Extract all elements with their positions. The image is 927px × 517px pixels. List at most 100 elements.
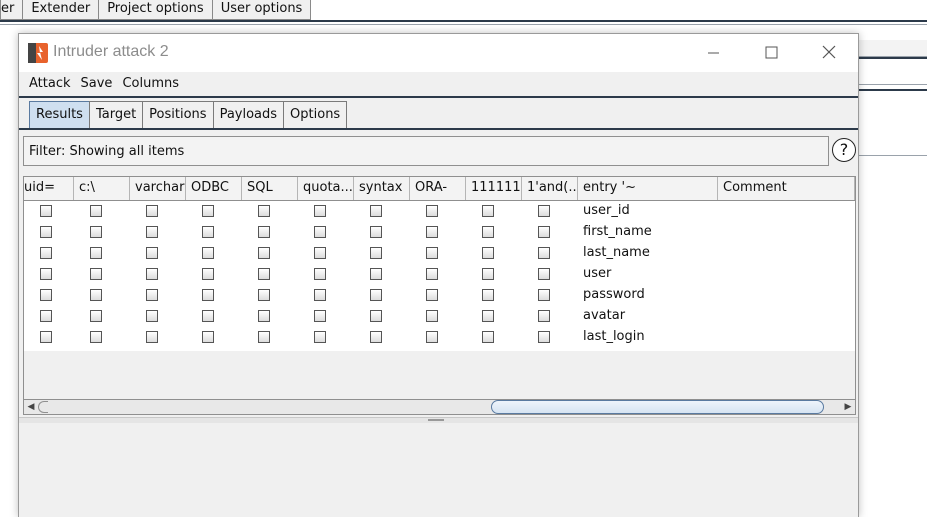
table-row[interactable]: last_name bbox=[24, 243, 855, 264]
result-checkbox[interactable] bbox=[314, 205, 326, 217]
result-checkbox[interactable] bbox=[370, 205, 382, 217]
column-header[interactable]: uid= bbox=[24, 177, 74, 200]
result-checkbox[interactable] bbox=[202, 289, 214, 301]
result-checkbox[interactable] bbox=[538, 310, 550, 322]
result-checkbox[interactable] bbox=[258, 289, 270, 301]
result-checkbox[interactable] bbox=[146, 226, 158, 238]
bg-tab-partial[interactable]: er bbox=[0, 0, 24, 20]
result-checkbox[interactable] bbox=[314, 268, 326, 280]
column-header[interactable]: ORA- bbox=[410, 177, 466, 200]
table-row[interactable]: user_id bbox=[24, 201, 855, 222]
result-checkbox[interactable] bbox=[202, 226, 214, 238]
table-row[interactable]: password bbox=[24, 285, 855, 306]
close-button[interactable] bbox=[815, 40, 843, 66]
result-checkbox[interactable] bbox=[146, 289, 158, 301]
result-checkbox[interactable] bbox=[90, 205, 102, 217]
result-checkbox[interactable] bbox=[538, 331, 550, 343]
result-checkbox[interactable] bbox=[202, 310, 214, 322]
result-checkbox[interactable] bbox=[482, 226, 494, 238]
result-checkbox[interactable] bbox=[146, 268, 158, 280]
scroll-thumb[interactable] bbox=[491, 400, 824, 414]
result-checkbox[interactable] bbox=[314, 310, 326, 322]
result-checkbox[interactable] bbox=[90, 247, 102, 259]
column-header[interactable]: varchar bbox=[130, 177, 186, 200]
result-checkbox[interactable] bbox=[426, 268, 438, 280]
result-checkbox[interactable] bbox=[482, 310, 494, 322]
horizontal-scrollbar[interactable]: ◀ ▶ bbox=[23, 399, 856, 415]
menu-columns[interactable]: Columns bbox=[117, 74, 184, 94]
bg-tab-extender[interactable]: Extender bbox=[22, 0, 100, 20]
result-checkbox[interactable] bbox=[90, 331, 102, 343]
result-checkbox[interactable] bbox=[146, 247, 158, 259]
result-checkbox[interactable] bbox=[482, 247, 494, 259]
result-checkbox[interactable] bbox=[538, 226, 550, 238]
table-row[interactable]: avatar bbox=[24, 306, 855, 327]
result-checkbox[interactable] bbox=[202, 331, 214, 343]
column-header[interactable]: syntax bbox=[354, 177, 410, 200]
result-checkbox[interactable] bbox=[40, 331, 52, 343]
result-checkbox[interactable] bbox=[90, 268, 102, 280]
result-checkbox[interactable] bbox=[370, 247, 382, 259]
result-checkbox[interactable] bbox=[90, 310, 102, 322]
result-checkbox[interactable] bbox=[314, 289, 326, 301]
table-row[interactable]: last_login bbox=[24, 327, 855, 348]
result-checkbox[interactable] bbox=[40, 289, 52, 301]
result-checkbox[interactable] bbox=[146, 331, 158, 343]
menu-attack[interactable]: Attack bbox=[19, 74, 76, 94]
result-checkbox[interactable] bbox=[146, 205, 158, 217]
help-icon[interactable]: ? bbox=[832, 138, 856, 162]
result-checkbox[interactable] bbox=[482, 268, 494, 280]
result-checkbox[interactable] bbox=[90, 289, 102, 301]
result-checkbox[interactable] bbox=[426, 331, 438, 343]
result-checkbox[interactable] bbox=[314, 247, 326, 259]
result-checkbox[interactable] bbox=[370, 289, 382, 301]
column-header[interactable]: quota... bbox=[298, 177, 354, 200]
result-checkbox[interactable] bbox=[370, 331, 382, 343]
result-checkbox[interactable] bbox=[426, 205, 438, 217]
result-checkbox[interactable] bbox=[538, 268, 550, 280]
scroll-track[interactable] bbox=[38, 401, 48, 413]
tab-options[interactable]: Options bbox=[283, 101, 348, 128]
result-checkbox[interactable] bbox=[482, 331, 494, 343]
result-checkbox[interactable] bbox=[202, 268, 214, 280]
result-checkbox[interactable] bbox=[258, 331, 270, 343]
result-checkbox[interactable] bbox=[258, 226, 270, 238]
tab-results[interactable]: Results bbox=[29, 101, 90, 128]
splitter-grip-icon[interactable] bbox=[428, 419, 444, 421]
column-header[interactable]: c:\ bbox=[74, 177, 130, 200]
title-bar[interactable]: Intruder attack 2 bbox=[19, 34, 858, 72]
menu-save[interactable]: Save bbox=[76, 74, 118, 94]
minimize-button[interactable] bbox=[699, 40, 727, 66]
result-checkbox[interactable] bbox=[90, 226, 102, 238]
result-checkbox[interactable] bbox=[40, 268, 52, 280]
result-checkbox[interactable] bbox=[482, 289, 494, 301]
result-checkbox[interactable] bbox=[370, 310, 382, 322]
bg-tab-user-options[interactable]: User options bbox=[211, 0, 312, 20]
result-checkbox[interactable] bbox=[258, 268, 270, 280]
result-checkbox[interactable] bbox=[258, 310, 270, 322]
table-row[interactable]: first_name bbox=[24, 222, 855, 243]
result-checkbox[interactable] bbox=[426, 247, 438, 259]
result-checkbox[interactable] bbox=[40, 247, 52, 259]
result-checkbox[interactable] bbox=[426, 226, 438, 238]
tab-positions[interactable]: Positions bbox=[142, 101, 214, 128]
result-checkbox[interactable] bbox=[538, 289, 550, 301]
result-checkbox[interactable] bbox=[314, 226, 326, 238]
column-header[interactable]: Comment bbox=[718, 177, 855, 200]
result-checkbox[interactable] bbox=[202, 247, 214, 259]
table-row[interactable]: user bbox=[24, 264, 855, 285]
scroll-left-icon[interactable]: ◀ bbox=[25, 401, 37, 413]
result-checkbox[interactable] bbox=[482, 205, 494, 217]
result-checkbox[interactable] bbox=[258, 247, 270, 259]
column-header[interactable]: entry '~ bbox=[578, 177, 718, 200]
maximize-button[interactable] bbox=[757, 40, 785, 66]
column-header[interactable]: ODBC bbox=[186, 177, 242, 200]
result-checkbox[interactable] bbox=[426, 289, 438, 301]
column-header[interactable]: SQL bbox=[242, 177, 298, 200]
result-checkbox[interactable] bbox=[258, 205, 270, 217]
column-header[interactable]: 1'and(... bbox=[522, 177, 578, 200]
result-checkbox[interactable] bbox=[538, 247, 550, 259]
column-header[interactable]: 111111 bbox=[466, 177, 522, 200]
result-checkbox[interactable] bbox=[40, 226, 52, 238]
bg-tab-project-options[interactable]: Project options bbox=[98, 0, 213, 20]
